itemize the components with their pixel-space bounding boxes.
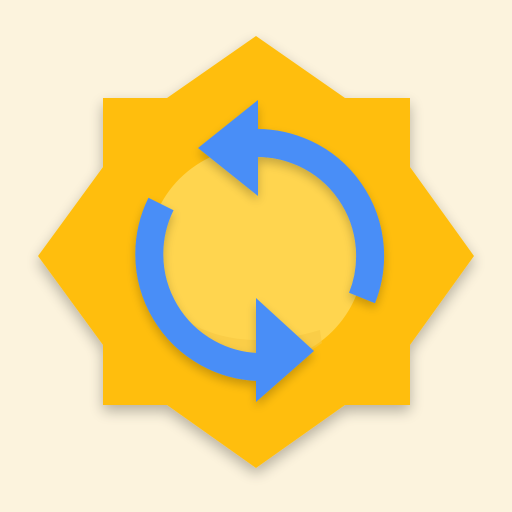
icon-canvas — [0, 0, 512, 512]
sync-refresh-icon — [38, 36, 474, 468]
